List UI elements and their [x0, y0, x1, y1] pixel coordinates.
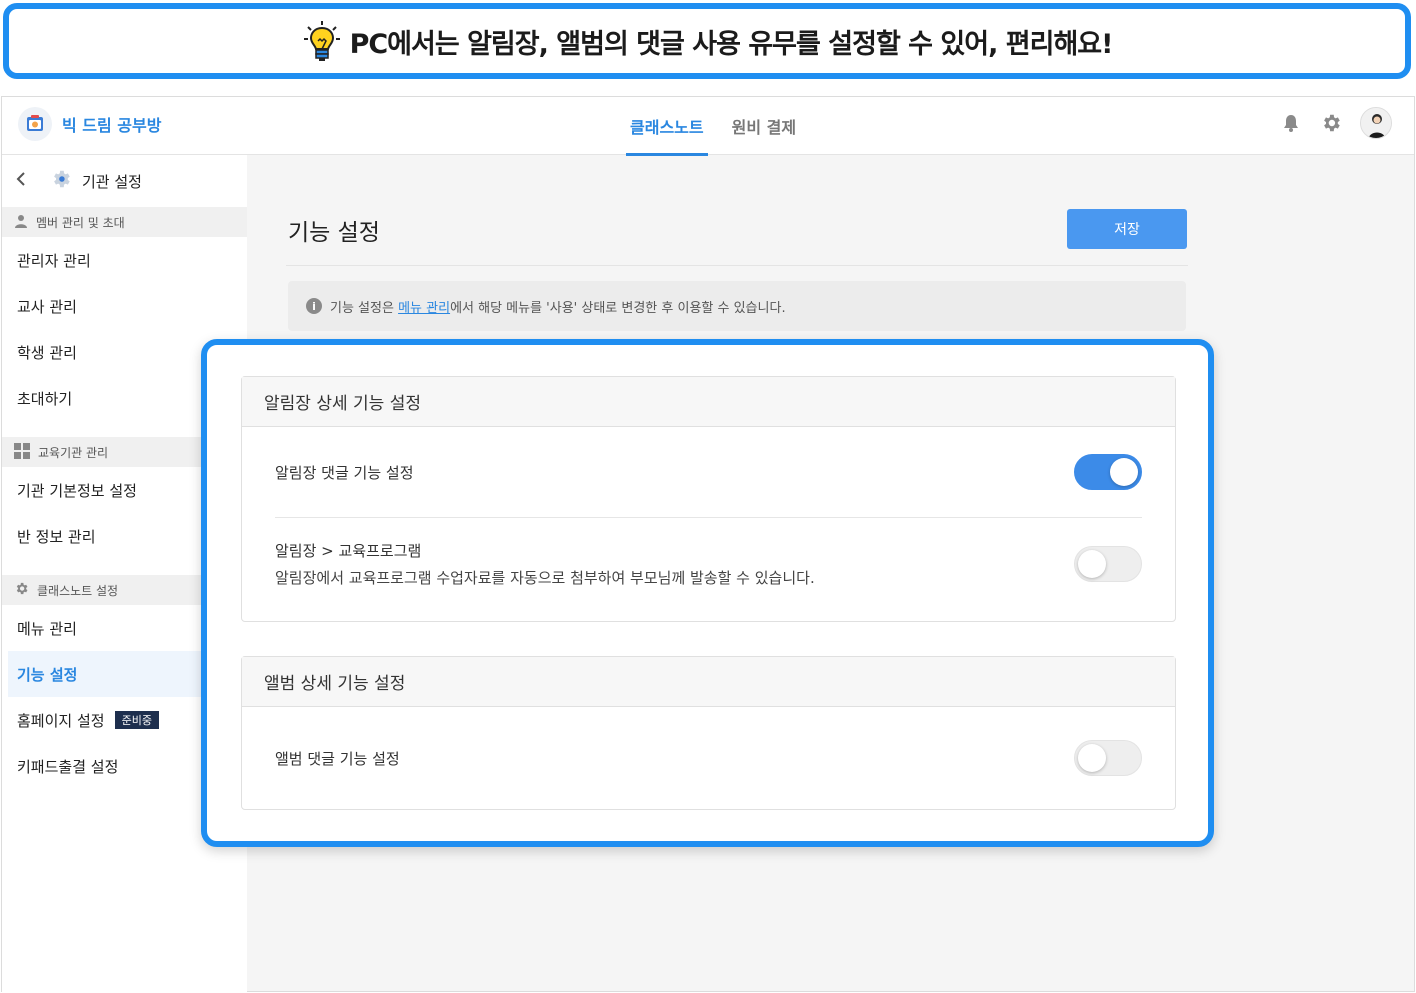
- sidebar-item-admin-management[interactable]: 관리자 관리: [2, 237, 247, 283]
- gear-icon: [14, 581, 29, 599]
- brand-logo-icon: [18, 107, 52, 141]
- section-title: 교육기관 관리: [38, 445, 109, 460]
- album-detail-settings-card: 앨범 상세 기능 설정 앨범 댓글 기능 설정: [241, 656, 1176, 810]
- brand[interactable]: 빅 드림 공부방: [18, 107, 161, 141]
- grid-icon: [14, 442, 30, 462]
- section-title: 클래스노트 설정: [37, 583, 119, 598]
- section-member-management: 멤버 관리 및 초대: [2, 207, 247, 237]
- tab-classnote[interactable]: 클래스노트: [626, 97, 708, 156]
- title-divider: [286, 265, 1188, 266]
- setting-row: 알림장 > 교육프로그램 알림장에서 교육프로그램 수업자료를 자동으로 첨부하…: [275, 518, 1142, 610]
- setting-row: 앨범 댓글 기능 설정: [275, 707, 1142, 809]
- notice-comment-toggle[interactable]: [1074, 454, 1142, 490]
- menu-management-link[interactable]: 메뉴 관리: [398, 301, 450, 316]
- tip-banner: PC에서는 알림장, 앨범의 댓글 사용 유무를 설정할 수 있어, 편리해요!: [3, 3, 1411, 79]
- lightbulb-icon: [303, 21, 340, 61]
- sidebar-title: 기관 설정: [82, 172, 142, 191]
- notice-suffix: 에서 해당 메뉴를 '사용' 상태로 변경한 후 이용할 수 있습니다.: [450, 300, 786, 316]
- tab-tuition-payment[interactable]: 원비 결제: [728, 97, 800, 155]
- toggle-knob: [1110, 458, 1138, 486]
- setting-label: 앨범 댓글 기능 설정: [275, 749, 400, 768]
- gear-icon[interactable]: [1320, 112, 1342, 134]
- education-program-toggle[interactable]: [1074, 546, 1142, 582]
- top-navigation-bar: 빅 드림 공부방 클래스노트 원비 결제: [2, 97, 1414, 156]
- banner-text: PC에서는 알림장, 앨범의 댓글 사용 유무를 설정할 수 있어, 편리해요!: [349, 28, 1114, 60]
- info-icon: i: [306, 298, 322, 314]
- header-actions: [1280, 107, 1392, 139]
- toggle-knob: [1078, 744, 1106, 772]
- notice-detail-settings-card: 알림장 상세 기능 설정 알림장 댓글 기능 설정 알림장 > 교육프로그램 알…: [241, 376, 1176, 622]
- toggle-knob: [1078, 550, 1106, 578]
- main-content: 기능 설정 저장 i 기능 설정은 메뉴 관리에서 해당 메뉴를 '사용' 상태…: [286, 155, 1188, 355]
- setting-label: 알림장 댓글 기능 설정: [275, 463, 414, 482]
- avatar[interactable]: [1360, 107, 1392, 139]
- person-icon: [14, 214, 28, 231]
- card-title: 앨범 상세 기능 설정: [242, 657, 1175, 707]
- sidebar-item-teacher-management[interactable]: 교사 관리: [2, 283, 247, 329]
- settings-gear-icon: [50, 168, 72, 194]
- save-button[interactable]: 저장: [1067, 209, 1187, 249]
- setting-label: 알림장 > 교육프로그램: [275, 542, 422, 560]
- bell-icon[interactable]: [1280, 112, 1302, 134]
- card-title: 알림장 상세 기능 설정: [242, 377, 1175, 427]
- info-notice: i 기능 설정은 메뉴 관리에서 해당 메뉴를 '사용' 상태로 변경한 후 이…: [288, 281, 1186, 331]
- setting-row: 알림장 댓글 기능 설정: [275, 427, 1142, 517]
- page-title: 기능 설정: [288, 220, 380, 246]
- main-tabs: 클래스노트 원비 결제: [626, 97, 800, 156]
- sidebar-item-label: 홈페이지 설정: [17, 711, 105, 730]
- notice-prefix: 기능 설정은: [330, 300, 399, 316]
- highlighted-settings-box: 알림장 상세 기능 설정 알림장 댓글 기능 설정 알림장 > 교육프로그램 알…: [201, 339, 1214, 847]
- sidebar-header: 기관 설정: [2, 155, 247, 207]
- setting-description: 알림장에서 교육프로그램 수업자료를 자동으로 첨부하여 부모님께 발송할 수 …: [275, 569, 815, 587]
- section-title: 멤버 관리 및 초대: [36, 215, 125, 230]
- album-comment-toggle[interactable]: [1074, 740, 1142, 776]
- back-arrow-icon[interactable]: [14, 171, 30, 191]
- setting-text: 알림장 > 교육프로그램 알림장에서 교육프로그램 수업자료를 자동으로 첨부하…: [275, 540, 815, 588]
- brand-name: 빅 드림 공부방: [62, 116, 162, 135]
- coming-soon-badge: 준비중: [114, 711, 159, 729]
- notice-text: 기능 설정은 메뉴 관리에서 해당 메뉴를 '사용' 상태로 변경한 후 이용할…: [330, 297, 786, 316]
